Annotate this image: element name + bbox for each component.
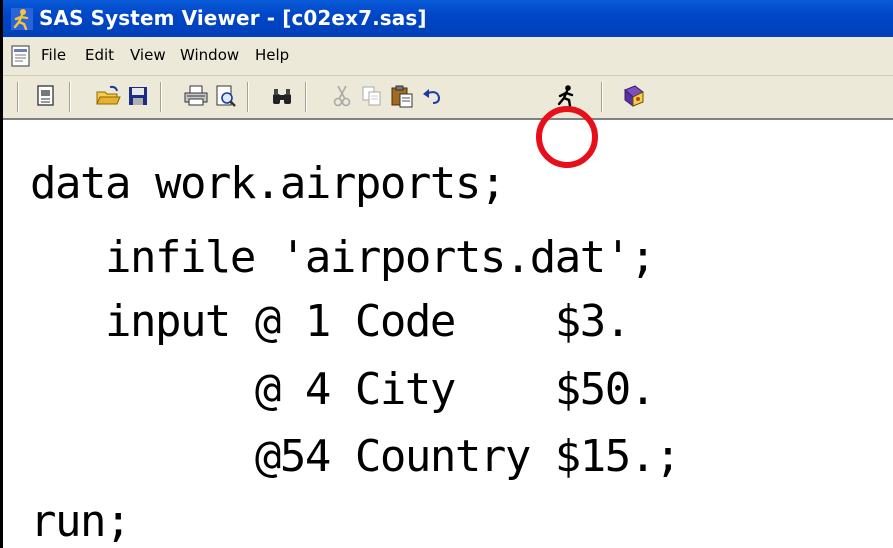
toolbar-separator [160, 82, 162, 112]
help-icon [624, 85, 644, 107]
highlight-circle [536, 106, 598, 168]
menu-window[interactable]: Window [180, 46, 239, 64]
toolbar [3, 76, 893, 120]
toolbar-separator [247, 82, 249, 112]
find-button[interactable] [269, 83, 295, 109]
code-line: data work.airports; [30, 158, 506, 209]
find-icon [273, 89, 291, 104]
code-line: @ 4 City $50. [30, 364, 656, 415]
print-preview-icon [216, 85, 236, 107]
print-icon [184, 85, 208, 106]
toolbar-separator [601, 82, 603, 112]
open-button[interactable] [95, 83, 121, 109]
paste-icon [391, 85, 413, 108]
toolbar-separator [69, 82, 71, 112]
cut-icon [333, 85, 351, 107]
menu-view[interactable]: View [130, 46, 166, 64]
copy-icon [362, 86, 381, 106]
menu-bar: File Edit View Window Help [3, 37, 893, 76]
window-title: SAS System Viewer - [c02ex7.sas] [39, 6, 427, 30]
paste-button[interactable] [389, 83, 415, 109]
code-line: infile 'airports.dat'; [30, 232, 656, 283]
undo-button[interactable] [419, 83, 445, 109]
open-icon [96, 85, 121, 105]
copy-button[interactable] [359, 83, 385, 109]
help-button[interactable] [621, 83, 647, 109]
code-line: @54 Country $15.; [30, 431, 681, 482]
code-line: input @ 1 Code $3. [30, 296, 631, 347]
save-button[interactable] [125, 83, 151, 109]
code-editor[interactable]: data work.airports; infile 'airports.dat… [3, 120, 893, 548]
sas-runner-icon [11, 8, 33, 30]
code-line: run; [30, 496, 131, 547]
new-button[interactable] [33, 83, 59, 109]
print-preview-button[interactable] [213, 83, 239, 109]
submit-run-icon [557, 85, 574, 108]
menu-edit[interactable]: Edit [85, 46, 114, 64]
new-icon [37, 85, 54, 106]
undo-icon [423, 89, 441, 104]
toolbar-separator [305, 82, 307, 112]
document-icon[interactable] [11, 45, 31, 67]
save-icon [129, 87, 147, 105]
cut-button[interactable] [329, 83, 355, 109]
print-button[interactable] [183, 83, 209, 109]
title-bar[interactable]: SAS System Viewer - [c02ex7.sas] [3, 0, 893, 37]
menu-help[interactable]: Help [255, 46, 289, 64]
menu-file[interactable]: File [41, 46, 66, 64]
toolbar-separator [17, 82, 19, 112]
sas-viewer-window: SAS System Viewer - [c02ex7.sas] File Ed… [0, 0, 893, 548]
